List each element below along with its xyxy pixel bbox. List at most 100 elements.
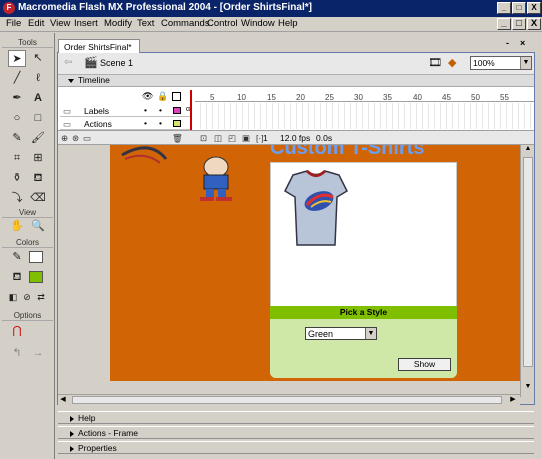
eraser-tool-icon[interactable]: ⌫: [29, 190, 47, 207]
ruler-tick: 55: [500, 93, 509, 102]
current-frame: 1: [263, 133, 268, 143]
close-button[interactable]: X: [527, 2, 541, 14]
lock-icon[interactable]: 🔒: [157, 91, 168, 102]
layer-row-actions[interactable]: ▭ Actions • •: [60, 118, 190, 130]
back-arrow-icon[interactable]: ⇦: [64, 57, 72, 68]
stroke-color-swatch[interactable]: [29, 251, 43, 263]
scroll-down-icon[interactable]: ▼: [523, 383, 533, 393]
layer-row-labels[interactable]: ▭ Labels • •: [60, 105, 190, 117]
doc-minimize-button[interactable]: _: [497, 18, 511, 30]
menu-help[interactable]: Help: [278, 18, 298, 29]
menu-file[interactable]: File: [6, 18, 21, 29]
zoom-select[interactable]: 100% ▼: [470, 56, 532, 70]
window-title: Macromedia Flash MX Professional 2004 - …: [18, 2, 312, 13]
doc-close-button[interactable]: X: [527, 18, 541, 30]
line-tool-icon[interactable]: ╱: [8, 70, 26, 87]
layer-color-swatch[interactable]: [173, 120, 181, 127]
expand-arrow-icon: [70, 430, 74, 437]
frames-grid[interactable]: [195, 103, 534, 129]
playhead[interactable]: [190, 90, 192, 130]
pen-tool-icon[interactable]: ✒: [8, 90, 26, 107]
actions-panel-header[interactable]: Actions - Frame: [58, 426, 534, 439]
maximize-button[interactable]: □: [512, 2, 526, 14]
rectangle-tool-icon[interactable]: □: [29, 110, 47, 127]
menu-window[interactable]: Window: [241, 18, 275, 29]
edit-scene-icon[interactable]: 🎞: [428, 56, 442, 69]
zoom-value: 100%: [473, 58, 495, 68]
oval-tool-icon[interactable]: ○: [8, 110, 26, 127]
zoom-tool-icon[interactable]: 🔍: [29, 218, 47, 235]
menu-insert[interactable]: Insert: [74, 18, 98, 29]
edit-symbols-icon[interactable]: ◆: [448, 56, 456, 69]
smooth-option-icon[interactable]: ↰: [8, 345, 26, 362]
menu-edit[interactable]: Edit: [28, 18, 44, 29]
show-hide-eye-icon[interactable]: 👁: [142, 91, 153, 102]
frame-ruler[interactable]: 5 10 15 20 25 30 35 40 45 50 55: [195, 90, 534, 102]
insert-folder-icon[interactable]: ▭: [83, 133, 91, 144]
delete-layer-icon[interactable]: 🗑: [172, 133, 183, 144]
scene-label[interactable]: Scene 1: [100, 58, 133, 68]
center-frame-icon[interactable]: ⊡: [200, 133, 207, 144]
menu-commands[interactable]: Commands: [161, 18, 210, 29]
vertical-scroll-thumb[interactable]: [523, 157, 533, 367]
ink-bottle-tool-icon[interactable]: ⚱: [8, 170, 26, 187]
layer-icon: ▭: [63, 106, 72, 116]
edit-multiple-frames-icon[interactable]: ▣: [242, 133, 250, 144]
show-button[interactable]: Show: [398, 358, 451, 371]
outline-icon[interactable]: [172, 92, 181, 101]
snap-to-objects-icon[interactable]: ⋂: [8, 323, 26, 340]
doc-restore-button[interactable]: □: [512, 18, 526, 30]
brush-tool-icon[interactable]: 🖌: [29, 130, 47, 147]
ruler-tick: 35: [383, 93, 392, 102]
scene-icon: 🎬: [84, 57, 98, 69]
text-tool-icon[interactable]: A: [29, 90, 47, 107]
fill-color-swatch[interactable]: [29, 271, 43, 283]
menu-bar: File Edit View Insert Modify Text Comman…: [0, 17, 542, 32]
onion-skin-icon[interactable]: ◫: [214, 133, 222, 144]
menu-view[interactable]: View: [50, 18, 70, 29]
vertical-scrollbar[interactable]: ▲ ▼: [520, 145, 534, 397]
lasso-tool-icon[interactable]: ℓ: [29, 70, 47, 87]
layer-color-swatch[interactable]: [173, 107, 181, 114]
swap-colors-icon[interactable]: ⇄: [32, 289, 50, 306]
onion-outlines-icon[interactable]: ◰: [228, 133, 236, 144]
doc-window-close-icon[interactable]: ×: [520, 38, 525, 48]
ruler-tick: 50: [471, 93, 480, 102]
menu-modify[interactable]: Modify: [104, 18, 132, 29]
doc-window-minimize-icon[interactable]: -: [506, 38, 509, 48]
scroll-left-icon[interactable]: ◀: [58, 395, 68, 405]
straighten-option-icon[interactable]: →: [29, 345, 47, 362]
pencil-tool-icon[interactable]: ✎: [8, 130, 26, 147]
free-transform-tool-icon[interactable]: ⌗: [8, 150, 26, 167]
stroke-color-icon[interactable]: ✎: [8, 249, 26, 266]
keyframe-icon[interactable]: α: [186, 106, 190, 113]
hand-tool-icon[interactable]: ✋: [8, 218, 26, 235]
document-tab[interactable]: Order ShirtsFinal*: [58, 39, 140, 53]
layer-visible-dot[interactable]: •: [144, 118, 147, 128]
menu-control[interactable]: Control: [207, 18, 238, 29]
style-combobox[interactable]: Green ▼: [305, 327, 377, 340]
fill-transform-tool-icon[interactable]: ⊞: [29, 150, 47, 167]
arrow-tool-icon[interactable]: ➤: [8, 50, 26, 67]
horizontal-scroll-thumb[interactable]: [72, 396, 502, 404]
tools-panel: Tools ➤ ↖ ╱ ℓ ✒ A ○ □ ✎ 🖌 ⌗ ⊞ ⚱ ⛾ ⤵ ⌫ Vi…: [0, 33, 55, 459]
add-guide-layer-icon[interactable]: ⊛: [72, 133, 79, 144]
insert-layer-icon[interactable]: ⊕: [61, 133, 68, 144]
scroll-up-icon[interactable]: ▲: [523, 145, 533, 155]
chevron-down-icon[interactable]: ▼: [365, 328, 376, 339]
paint-bucket-tool-icon[interactable]: ⛾: [29, 170, 47, 187]
menu-text[interactable]: Text: [137, 18, 154, 29]
horizontal-scrollbar[interactable]: ◀ ▶: [58, 394, 520, 405]
layer-visible-dot[interactable]: •: [144, 105, 147, 115]
subselect-tool-icon[interactable]: ↖: [29, 50, 47, 67]
minimize-button[interactable]: _: [497, 2, 511, 14]
properties-panel-header[interactable]: Properties: [58, 441, 534, 454]
scroll-right-icon[interactable]: ▶: [508, 395, 518, 405]
layer-lock-dot[interactable]: •: [159, 105, 162, 115]
layer-lock-dot[interactable]: •: [159, 118, 162, 128]
fill-color-icon[interactable]: ⛾: [8, 269, 26, 286]
chevron-down-icon[interactable]: ▼: [520, 57, 531, 69]
eyedropper-tool-icon[interactable]: ⤵: [8, 190, 26, 207]
help-panel-header[interactable]: Help: [58, 411, 534, 424]
timeline-header[interactable]: Timeline: [58, 75, 534, 87]
